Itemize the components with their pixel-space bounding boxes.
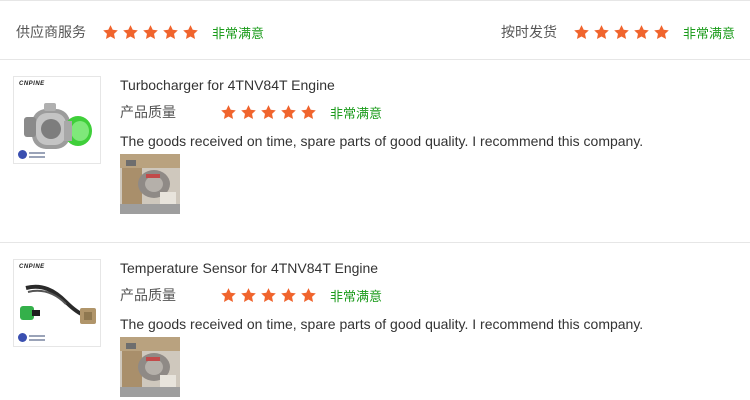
supplier-rating-summary: 供应商服务 非常满意 按时发货 非常满意: [0, 0, 750, 60]
quality-stars: [220, 104, 320, 121]
star-icon: [300, 104, 317, 121]
star-icon: [220, 287, 237, 304]
product-quality-rating: 产品质量 非常满意: [120, 101, 382, 123]
quality-stars: [220, 287, 320, 304]
star-icon: [220, 104, 237, 121]
star-icon: [240, 104, 257, 121]
product-image-turbocharger[interactable]: CNPINE: [13, 76, 101, 164]
review-item: CNPINE Turbocharger for 4TNV84T Engine 产…: [0, 60, 750, 243]
star-icon: [573, 24, 590, 41]
shipping-rating: 按时发货 非常满意: [501, 21, 735, 43]
product-quality-rating: 产品质量 非常满意: [120, 284, 382, 306]
service-label: 供应商服务: [16, 25, 86, 41]
star-icon: [122, 24, 139, 41]
quality-rating-text: 非常满意: [330, 289, 383, 305]
star-icon: [593, 24, 610, 41]
certification-seal-icon: [18, 150, 27, 159]
star-icon: [240, 287, 257, 304]
quality-rating-text: 非常满意: [330, 106, 383, 122]
star-icon: [300, 287, 317, 304]
turbocharger-image: [24, 103, 92, 149]
product-title[interactable]: Turbocharger for 4TNV84T Engine: [120, 77, 335, 93]
certification-text-icon: [29, 152, 45, 158]
service-rating: 供应商服务 非常满意: [16, 21, 264, 43]
quality-label: 产品质量: [120, 105, 176, 121]
star-icon: [142, 24, 159, 41]
star-icon: [182, 24, 199, 41]
review-photo[interactable]: [120, 337, 180, 397]
product-title[interactable]: Temperature Sensor for 4TNV84T Engine: [120, 260, 378, 276]
star-icon: [260, 287, 277, 304]
reviews-page: 供应商服务 非常满意 按时发货 非常满意 CNPINE Turbocharger…: [0, 0, 750, 400]
star-icon: [280, 287, 297, 304]
review-photo[interactable]: [120, 154, 180, 214]
service-stars: [102, 24, 202, 41]
review-comment: The goods received on time, spare parts …: [120, 316, 644, 332]
quality-label: 产品质量: [120, 288, 176, 304]
star-icon: [653, 24, 670, 41]
review-photo-image: [120, 337, 180, 397]
product-image-temperature-sensor[interactable]: CNPINE: [13, 259, 101, 347]
shipping-label: 按时发货: [500, 25, 557, 41]
certification-seal-icon: [18, 333, 27, 342]
certification-text-icon: [29, 335, 45, 341]
star-icon: [102, 24, 119, 41]
review-item: CNPINE Temperature Sensor for 4TNV84T En…: [0, 243, 750, 400]
star-icon: [162, 24, 179, 41]
shipping-rating-text: 非常满意: [682, 26, 735, 42]
star-icon: [260, 104, 277, 121]
shipping-stars: [573, 24, 673, 41]
review-photo-image: [120, 154, 180, 214]
star-icon: [280, 104, 297, 121]
star-icon: [613, 24, 630, 41]
service-rating-text: 非常满意: [212, 26, 265, 42]
temperature-sensor-image: [20, 284, 96, 324]
review-comment: The goods received on time, spare parts …: [120, 133, 644, 149]
star-icon: [633, 24, 650, 41]
